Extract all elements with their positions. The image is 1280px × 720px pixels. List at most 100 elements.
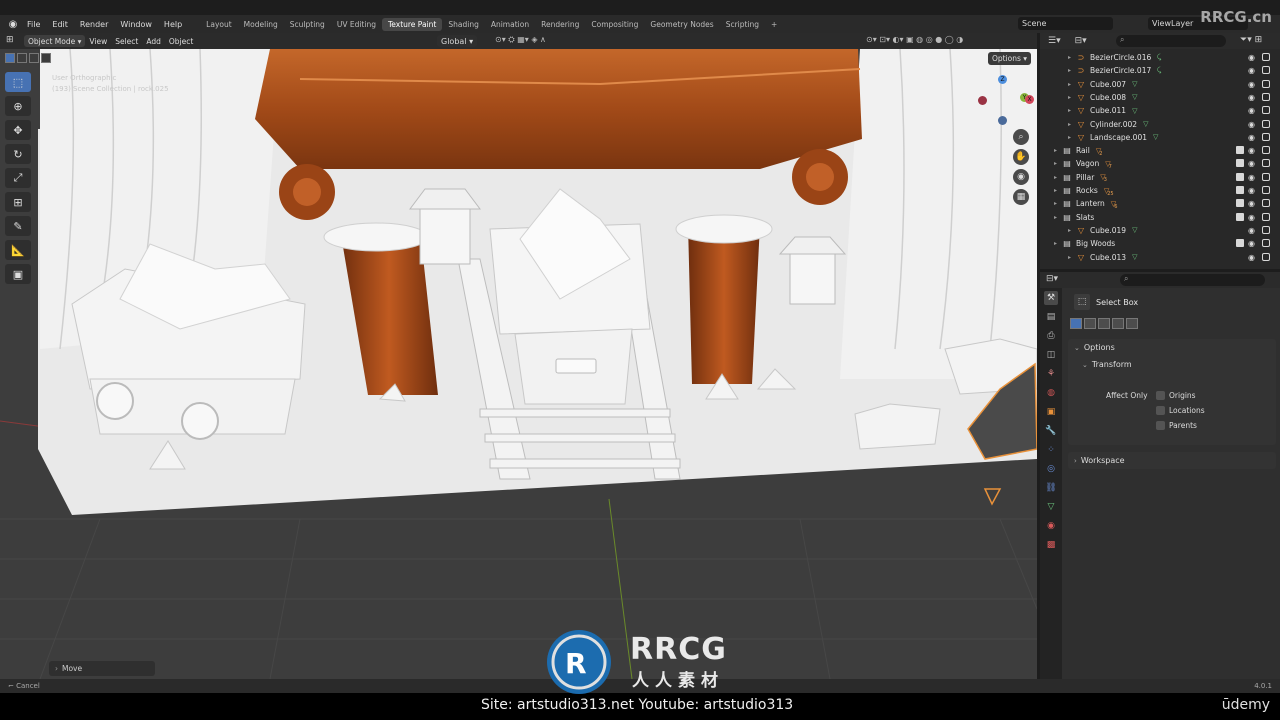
data-tab-icon[interactable]: ▽: [1044, 500, 1058, 514]
render-camera-icon[interactable]: [1262, 212, 1270, 221]
mode-set-icon[interactable]: [1070, 318, 1082, 329]
visibility-eye-icon[interactable]: ◉: [1248, 66, 1255, 75]
expand-arrow-icon[interactable]: ▸: [1068, 94, 1076, 101]
outliner-row[interactable]: ▸ ▤ Vagon ▽ 7 ◉: [1040, 157, 1280, 170]
blender-logo-icon[interactable]: ◉: [5, 16, 21, 32]
outliner-row[interactable]: ▸ ▤ Pillar ▽ 3 ◉: [1040, 171, 1280, 184]
expand-arrow-icon[interactable]: ▸: [1054, 240, 1062, 247]
filter-icon[interactable]: ⏷▾ ⊞: [1240, 35, 1262, 45]
outliner-row[interactable]: ▸ ▤ Slats ◉: [1040, 211, 1280, 224]
options-panel-header[interactable]: ⌄ Options: [1068, 339, 1276, 356]
menu-help[interactable]: Help: [158, 20, 188, 29]
visibility-eye-icon[interactable]: ◉: [1248, 199, 1255, 208]
outliner-row[interactable]: ▸ ▽ Cube.013 ▽ ◉: [1040, 251, 1280, 264]
visibility-eye-icon[interactable]: ◉: [1248, 213, 1255, 222]
outliner-editor-icon[interactable]: ☰▾: [1048, 36, 1061, 46]
outliner-row[interactable]: ▸ ▽ Cylinder.002 ▽ ◉: [1040, 118, 1280, 131]
measure-tool-icon[interactable]: 📐: [5, 240, 31, 260]
outliner-row[interactable]: ▸ ▽ Cube.008 ▽ ◉: [1040, 91, 1280, 104]
physics-tab-icon[interactable]: ◎: [1044, 462, 1058, 476]
tab-geometry-nodes[interactable]: Geometry Nodes: [644, 18, 719, 31]
checkbox-box[interactable]: [1156, 406, 1165, 415]
menu-object[interactable]: Object: [165, 35, 197, 47]
menu-window[interactable]: Window: [114, 20, 158, 29]
scene-tab-icon[interactable]: ⚘: [1044, 367, 1058, 381]
annotate-tool-icon[interactable]: ✎: [5, 216, 31, 236]
constraints-tab-icon[interactable]: ⛓: [1044, 481, 1058, 495]
outliner-row[interactable]: ▸ ▤ Big Woods ◉: [1040, 237, 1280, 250]
scene-selector[interactable]: Scene: [1018, 17, 1113, 30]
select-box-tool-icon[interactable]: ⬚: [5, 72, 31, 92]
render-camera-icon[interactable]: [1262, 225, 1270, 234]
scale-tool-icon[interactable]: ⤢: [5, 168, 31, 188]
pan-hand-icon[interactable]: ✋: [1013, 149, 1029, 165]
render-camera-icon[interactable]: [1262, 252, 1270, 261]
visibility-eye-icon[interactable]: ◉: [1248, 253, 1255, 262]
workspace-panel[interactable]: › Workspace: [1068, 452, 1276, 469]
locations-checkbox[interactable]: Locations: [1156, 406, 1205, 415]
transform-tool-icon[interactable]: ⊞: [5, 192, 31, 212]
outliner-row[interactable]: ▸ ▽ Cube.007 ▽ ◉: [1040, 78, 1280, 91]
output-tab-icon[interactable]: ⎙: [1044, 329, 1058, 343]
tab-modeling[interactable]: Modeling: [238, 18, 284, 31]
visibility-eye-icon[interactable]: ◉: [1248, 133, 1255, 142]
visibility-eye-icon[interactable]: ◉: [1248, 226, 1255, 235]
add-workspace-button[interactable]: +: [765, 18, 783, 31]
render-camera-icon[interactable]: [1262, 66, 1270, 75]
render-camera-icon[interactable]: [1262, 106, 1270, 115]
menu-render[interactable]: Render: [74, 20, 114, 29]
modifier-tab-icon[interactable]: 🔧: [1044, 424, 1058, 438]
visibility-eye-icon[interactable]: ◉: [1248, 120, 1255, 129]
world-tab-icon[interactable]: ◍: [1044, 386, 1058, 400]
outliner-row[interactable]: ▸ ▽ Cube.011 ▽ ◉: [1040, 104, 1280, 117]
render-camera-icon[interactable]: [1262, 92, 1270, 101]
checkbox-box[interactable]: [1156, 421, 1165, 430]
outliner-row[interactable]: ▸ ⊃ BezierCircle.016 ⤹ ◉: [1040, 51, 1280, 64]
mode-intersect-icon[interactable]: [1126, 318, 1138, 329]
tab-compositing[interactable]: Compositing: [585, 18, 644, 31]
expand-arrow-icon[interactable]: ▸: [1068, 54, 1076, 61]
exclude-checkbox[interactable]: [1236, 199, 1244, 208]
gizmo-z-axis[interactable]: Z: [998, 75, 1007, 84]
visibility-eye-icon[interactable]: ◉: [1248, 146, 1255, 155]
outliner-row[interactable]: ▸ ▤ Rocks ▽ 25 ◉: [1040, 184, 1280, 197]
tab-animation[interactable]: Animation: [485, 18, 535, 31]
exclude-checkbox[interactable]: [1236, 212, 1244, 221]
perspective-grid-icon[interactable]: ▦: [1013, 189, 1029, 205]
camera-icon[interactable]: ◉: [1013, 169, 1029, 185]
display-mode-icon[interactable]: ⊟▾: [1075, 36, 1087, 46]
expand-arrow-icon[interactable]: ▸: [1054, 200, 1062, 207]
render-camera-icon[interactable]: [1262, 186, 1270, 194]
expand-arrow-icon[interactable]: ▸: [1054, 174, 1062, 181]
tab-scripting[interactable]: Scripting: [720, 18, 765, 31]
transform-orientation-dropdown[interactable]: Global ▾: [437, 35, 478, 47]
rotate-tool-icon[interactable]: ↻: [5, 144, 31, 164]
expand-arrow-icon[interactable]: ▸: [1054, 187, 1062, 194]
cursor-tool-icon[interactable]: ⊕: [5, 96, 31, 116]
texture-tab-icon[interactable]: ▩: [1044, 538, 1058, 552]
properties-search-input[interactable]: ⌕: [1120, 274, 1265, 286]
view-layer-tab-icon[interactable]: ◫: [1044, 348, 1058, 362]
render-camera-icon[interactable]: [1262, 199, 1270, 208]
properties-editor-icon[interactable]: ⊟▾: [1046, 274, 1058, 284]
pivot-icon[interactable]: ⊙▾ ⛭ ▦▾ ◈ ∧: [495, 35, 546, 45]
exclude-checkbox[interactable]: [1236, 146, 1244, 155]
menu-select[interactable]: Select: [111, 35, 142, 47]
outliner-search-input[interactable]: ⌕: [1116, 35, 1226, 47]
render-camera-icon[interactable]: [1262, 119, 1270, 128]
visibility-eye-icon[interactable]: ◉: [1248, 53, 1255, 62]
expand-arrow-icon[interactable]: ▸: [1068, 227, 1076, 234]
editor-type-icon[interactable]: ⊞: [6, 35, 14, 45]
outliner-row[interactable]: ▸ ▽ Cube.019 ▽ ◉: [1040, 224, 1280, 237]
workspace-panel-header[interactable]: › Workspace: [1068, 452, 1276, 469]
outliner-row[interactable]: ▸ ▤ Lantern ▽ 6 ◉: [1040, 197, 1280, 210]
expand-arrow-icon[interactable]: ▸: [1068, 121, 1076, 128]
visibility-eye-icon[interactable]: ◉: [1248, 106, 1255, 115]
outliner-row[interactable]: ▸ ▤ Rail ▽ 2 ◉: [1040, 144, 1280, 157]
tab-texture-paint[interactable]: Texture Paint: [381, 17, 443, 31]
exclude-checkbox[interactable]: [1236, 172, 1244, 181]
tool-tab-icon[interactable]: ⚒: [1044, 291, 1058, 305]
3d-viewport[interactable]: User Orthographic (193) Scene Collection…: [0, 49, 1037, 679]
visibility-eye-icon[interactable]: ◉: [1248, 159, 1255, 168]
outliner-row[interactable]: ▸ ⊃ BezierCircle.017 ⤹ ◉: [1040, 64, 1280, 77]
